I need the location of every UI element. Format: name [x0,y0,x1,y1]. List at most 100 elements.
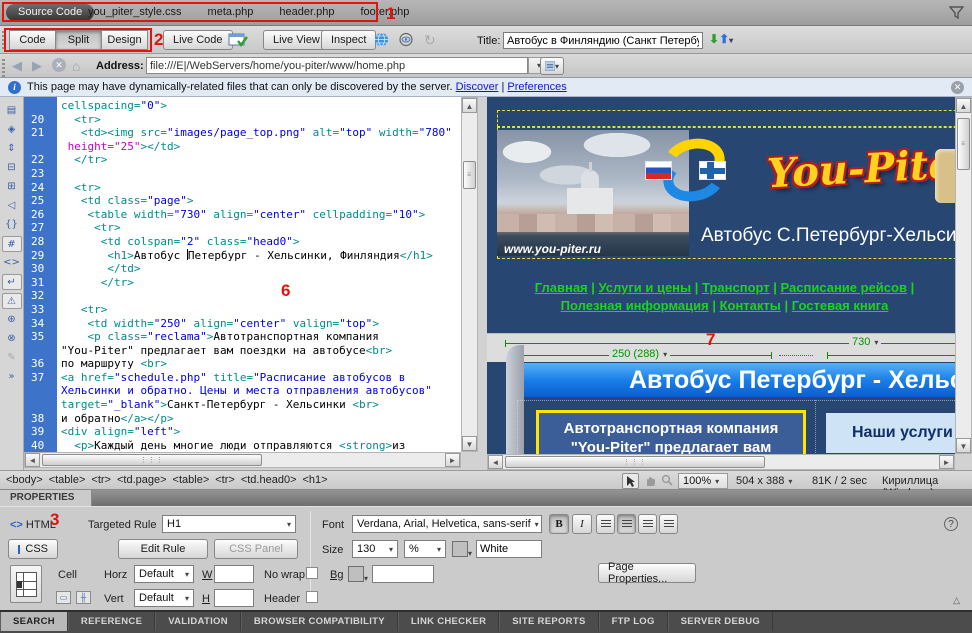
align-left-icon[interactable] [596,514,615,534]
code-line[interactable]: 27 <tr> [24,221,461,235]
apply-comment-icon[interactable]: ⊕ [2,312,22,328]
code-line[interactable]: 36по маршруту <br> [24,357,461,371]
address-bar-grip[interactable] [2,59,5,77]
code-line[interactable]: 29 <h1>Автобус Петербург - Хельсинки, Фи… [24,249,461,263]
properties-tab[interactable]: PROPERTIES [0,490,92,506]
italic-button[interactable]: I [572,514,592,534]
code-line[interactable]: 32 [24,289,461,303]
pane-splitter[interactable] [478,97,487,470]
scrollbar-thumb[interactable]: ≡ [957,118,970,170]
scroll-right-icon[interactable]: ► [445,453,460,467]
results-tab-browser-compatibility[interactable]: BROWSER COMPATIBILITY [241,612,398,631]
design-nav-link[interactable]: Главная [535,280,588,295]
bg-color-swatch[interactable] [348,566,364,582]
code-line[interactable]: 24 <tr> [24,181,461,195]
services-heading-box[interactable]: Наши услуги [826,413,955,453]
horz-dropdown[interactable]: Default [134,565,194,583]
code-vertical-scrollbar[interactable]: ▲ ≡ ▼ [461,97,478,452]
results-tab-validation[interactable]: VALIDATION [155,612,241,631]
nowrap-checkbox[interactable] [306,567,318,579]
design-nav-link[interactable]: Гостевая книга [792,298,889,313]
filter-funnel-icon[interactable] [949,5,964,20]
tag-selector-item[interactable]: <td.page> [117,474,167,486]
remove-comment-icon[interactable]: ⊗ [2,331,22,347]
scroll-right-icon[interactable]: ► [939,455,954,469]
code-line[interactable]: 33 <tr> [24,303,461,317]
code-line[interactable]: 40 <p>Каждый день многие люди отправляют… [24,439,461,453]
expand-all-icon[interactable]: ⊞ [2,179,22,195]
related-file-tab[interactable]: header.php [279,0,334,25]
tag-selector-item[interactable]: <tr> [215,474,235,486]
title-input[interactable] [503,32,703,49]
view-button-code[interactable]: Code [9,30,56,50]
tag-selector-item[interactable]: <body> [6,474,43,486]
line-numbers-icon[interactable]: # [2,236,22,252]
visual-aids-eye-icon[interactable] [398,32,415,47]
magnification-dropdown[interactable]: 100% [678,473,728,489]
results-tab-search[interactable]: SEARCH [0,612,68,631]
align-right-icon[interactable] [638,514,657,534]
collapse-full-tag-icon[interactable]: ⇕ [2,141,22,157]
highlight-invalid-code-icon[interactable]: <> [2,255,22,271]
scrollbar-thumb[interactable]: ⋮⋮⋮ [42,454,262,466]
page-heading[interactable]: Автобус Петербург - Хельсин [524,363,955,397]
syntax-error-alerts-icon[interactable]: ⚠ [2,293,22,309]
banner-tagline[interactable]: Автобус С.Петербург-Хельсинки [701,225,955,247]
check-browser-compatibility-icon[interactable] [228,32,250,48]
toolbar-grip[interactable] [2,31,5,49]
window-size-dropdown[interactable]: 504 x 388 [736,475,792,487]
design-nav-link[interactable]: Контакты [720,298,781,313]
zoom-tool-icon[interactable] [658,473,675,489]
inspect-button[interactable]: Inspect [321,30,376,50]
code-line[interactable]: 21 <td><img src="images/page_top.png" al… [24,126,461,140]
code-line[interactable]: target="_blank">Санкт-Петербург - Хельси… [24,398,461,412]
preview-globe-icon[interactable] [374,32,389,47]
balance-braces-icon[interactable]: {} [2,217,22,233]
related-file-tab[interactable]: meta.php [208,0,254,25]
code-line[interactable]: 30 </td> [24,262,461,276]
bold-button[interactable]: B [549,514,569,534]
size-unit-dropdown[interactable]: % [404,540,446,558]
live-view-button[interactable]: Live View [263,30,330,50]
word-wrap-icon[interactable]: ↵ [2,274,22,290]
split-cell-icon[interactable]: ╫ [76,591,91,604]
code-line[interactable]: 38и обратно</a></p> [24,412,461,426]
view-options-icon[interactable]: ▾ [540,57,564,75]
design-nav-link[interactable]: Расписание рейсов [781,280,907,295]
code-line[interactable]: 37<a href="schedule.php" title="Расписан… [24,371,461,385]
back-icon[interactable]: ◀ [12,58,22,74]
text-color-swatch[interactable] [452,541,468,557]
tag-selector-item[interactable]: <tr> [91,474,111,486]
view-button-split[interactable]: Split [55,30,102,50]
code-line[interactable]: height="25"></td> [24,140,461,154]
height-field[interactable] [214,589,254,607]
targeted-rule-dropdown[interactable]: H1 [162,515,296,533]
bg-dropdown-arrow-icon[interactable]: ▾ [364,574,368,583]
text-color-field[interactable] [476,540,542,558]
code-line[interactable]: 35 <p class="reclama">Автотранспортная к… [24,330,461,344]
width-field[interactable] [214,565,254,583]
related-file-tab[interactable]: footer.php [360,0,409,25]
scroll-down-icon[interactable]: ▼ [956,438,971,453]
table-width-bar[interactable]: 730 250 (288) [487,333,955,362]
design-nav-link[interactable]: Услуги и цены [599,280,692,295]
scroll-down-icon[interactable]: ▼ [462,436,477,451]
close-icon[interactable]: ✕ [951,81,964,94]
code-navigator-icon[interactable]: ◈ [2,122,22,138]
select-tool-icon[interactable] [622,473,639,489]
code-line[interactable]: 28 <td colspan="2" class="head0"> [24,235,461,249]
discover-link[interactable]: Discover [456,81,499,93]
design-top-table-row[interactable] [497,110,955,127]
tag-selector-item[interactable]: <td.head0> [241,474,297,486]
design-nav-link[interactable]: Транспорт [702,280,770,295]
home-icon[interactable]: ⌂ [72,58,80,74]
css-mode-button[interactable]: CSS [8,539,58,559]
tag-selector-item[interactable]: <h1> [303,474,328,486]
vert-dropdown[interactable]: Default [134,589,194,607]
hand-tool-icon[interactable] [641,473,658,489]
design-nav-link[interactable]: Полезная информация [561,298,709,313]
code-line[interactable]: "You-Piter" предлагает вам поездки на ав… [24,344,461,358]
panel-collapse-icon[interactable]: △ [953,595,960,606]
page-properties-button[interactable]: Page Properties... [598,563,696,583]
scroll-up-icon[interactable]: ▲ [956,98,971,113]
